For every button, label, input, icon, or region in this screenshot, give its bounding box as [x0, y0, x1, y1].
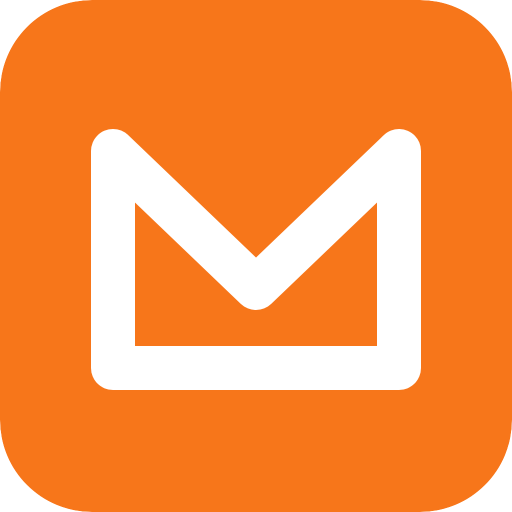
envelope-icon — [0, 0, 512, 512]
mail-app-icon[interactable] — [0, 0, 512, 512]
icon-background — [0, 0, 512, 512]
